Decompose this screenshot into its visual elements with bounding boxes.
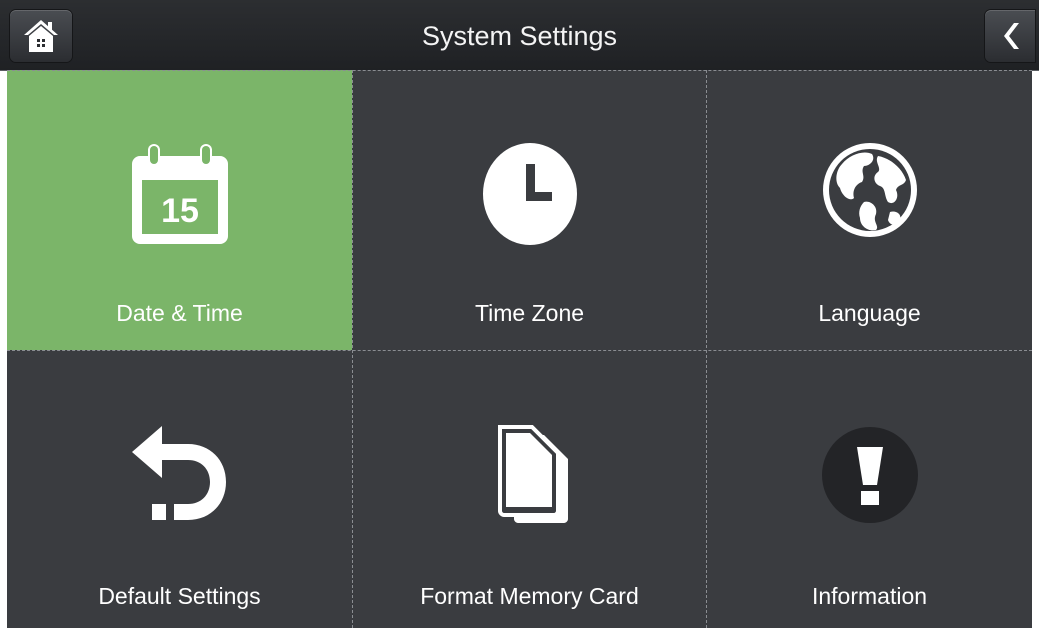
clock-icon <box>482 143 577 245</box>
tile-date-time[interactable]: 15 Date & Time <box>7 70 352 350</box>
tile-label: Default Settings <box>98 583 261 609</box>
memory-card-icon <box>497 425 568 523</box>
tile-label: Information <box>811 583 928 609</box>
tile-format-memory-card[interactable]: Format Memory Card <box>353 351 706 628</box>
undo-arrow-icon <box>131 426 226 520</box>
settings-grid: 15 Date & Time Time Zone Language Defaul… <box>7 70 1032 628</box>
grid-divider-vertical <box>352 70 353 628</box>
calendar-day-text: 15 <box>161 192 199 230</box>
back-button[interactable] <box>985 10 1035 62</box>
tile-information[interactable]: Information <box>707 351 1032 628</box>
tile-time-zone[interactable]: Time Zone <box>353 70 706 350</box>
grid-divider-vertical <box>706 70 707 628</box>
app-frame: System Settings 15 Date & Time Time Zone… <box>0 0 1039 628</box>
header-bar: System Settings <box>0 0 1039 71</box>
tile-label: Language <box>818 300 921 326</box>
tile-default-settings[interactable]: Default Settings <box>7 351 352 628</box>
tile-label: Time Zone <box>474 300 585 326</box>
calendar-icon: 15 <box>131 144 228 244</box>
chevron-left-icon <box>1004 23 1019 49</box>
page-title: System Settings <box>421 21 618 51</box>
tile-language[interactable]: Language <box>707 70 1032 350</box>
globe-icon <box>822 143 917 237</box>
grid-divider-horizontal <box>7 350 1032 351</box>
home-button[interactable] <box>10 10 72 62</box>
exclamation-icon <box>821 427 918 523</box>
home-icon <box>24 20 58 52</box>
tile-label: Date & Time <box>116 300 243 326</box>
grid-divider-horizontal <box>7 70 1032 71</box>
tile-label: Format Memory Card <box>420 583 639 609</box>
